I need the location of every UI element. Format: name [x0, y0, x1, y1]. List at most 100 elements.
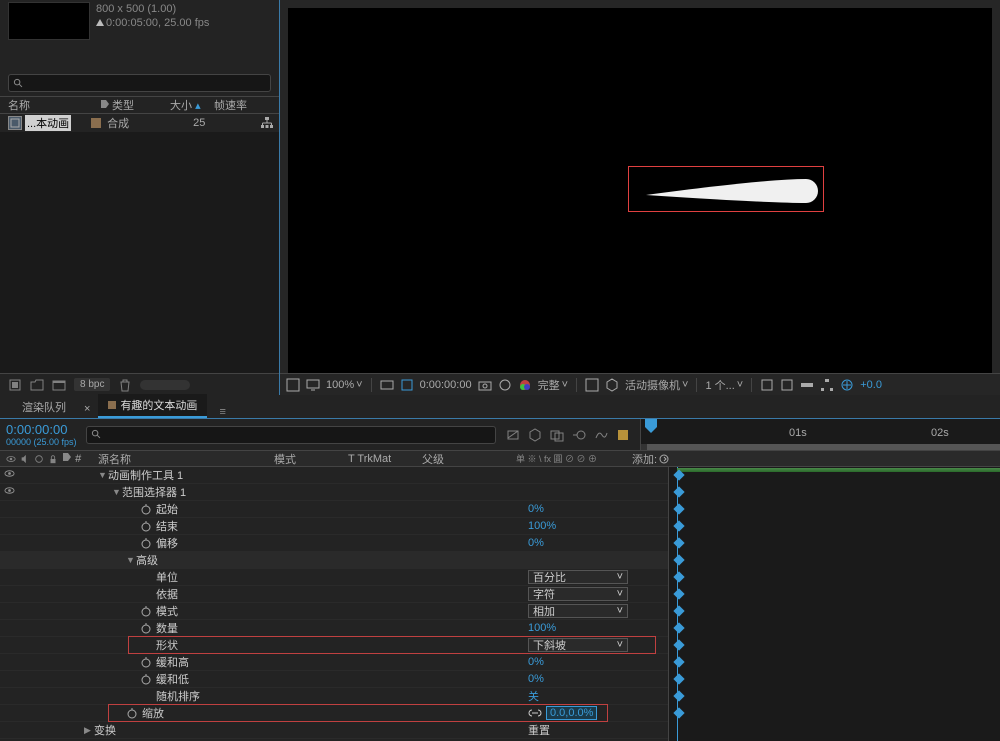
eye-col-icon[interactable]	[6, 454, 16, 464]
constrain-icon[interactable]	[528, 708, 542, 718]
keyframe-marker[interactable]	[673, 639, 684, 650]
eye-icon[interactable]	[4, 468, 15, 479]
layer-bar[interactable]	[677, 468, 1000, 472]
project-search-input[interactable]	[8, 74, 271, 92]
show-snapshot-icon[interactable]	[498, 378, 512, 392]
prop-end[interactable]: 结束 100%	[0, 518, 668, 535]
view-icon[interactable]	[585, 378, 599, 392]
keyframe-marker[interactable]	[673, 503, 684, 514]
brainstorm-icon[interactable]	[616, 428, 630, 442]
keyframe-marker[interactable]	[673, 588, 684, 599]
label-col-icon[interactable]	[62, 452, 72, 462]
mode-select[interactable]: 相加˅	[528, 604, 628, 618]
stopwatch-icon[interactable]	[140, 520, 152, 532]
stopwatch-icon[interactable]	[140, 622, 152, 634]
stopwatch-icon[interactable]	[140, 537, 152, 549]
eye-icon[interactable]	[4, 485, 15, 496]
timeline-icon[interactable]	[800, 378, 814, 392]
timecode-box[interactable]: 0:00:00:00 00000 (25.00 fps)	[0, 419, 86, 450]
prop-amount[interactable]: 数量 100%	[0, 620, 668, 637]
flowchart2-icon[interactable]	[820, 378, 834, 392]
time-ruler[interactable]: 01s 02s	[640, 419, 1000, 450]
3d-icon[interactable]	[605, 378, 619, 392]
shape-select[interactable]: 下斜坡˅	[528, 638, 628, 652]
stopwatch-icon[interactable]	[140, 673, 152, 685]
lock-col-icon[interactable]	[48, 454, 58, 464]
prop-random[interactable]: 随机排序 关	[0, 688, 668, 705]
color-icon[interactable]	[518, 378, 532, 392]
keyframe-marker[interactable]	[673, 707, 684, 718]
timeline-tracks[interactable]	[668, 467, 1000, 741]
fast-preview-icon[interactable]	[780, 378, 794, 392]
quality-select[interactable]: 完整 ˅	[538, 377, 568, 393]
project-footer: 8 bpc	[0, 373, 279, 395]
roi-icon[interactable]	[400, 378, 414, 392]
prop-unit[interactable]: 单位 百分比˅	[0, 569, 668, 586]
keyframe-marker[interactable]	[673, 571, 684, 582]
keyframe-marker[interactable]	[673, 656, 684, 667]
folder-icon[interactable]	[30, 378, 44, 392]
prop-based[interactable]: 依据 字符˅	[0, 586, 668, 603]
stopwatch-icon[interactable]	[126, 707, 138, 719]
timeline-search-input[interactable]	[86, 426, 496, 444]
frame-blend-icon[interactable]	[550, 428, 564, 442]
tab-menu-icon[interactable]: ≡	[219, 406, 225, 418]
stopwatch-icon[interactable]	[140, 605, 152, 617]
interpret-icon[interactable]	[8, 378, 22, 392]
bpc-indicator[interactable]: 8 bpc	[74, 378, 110, 391]
unit-select[interactable]: 百分比˅	[528, 570, 628, 584]
based-select[interactable]: 字符˅	[528, 587, 628, 601]
zoom-select[interactable]: 100% ˅	[326, 379, 363, 391]
camera-select[interactable]: 活动摄像机 ˅	[625, 377, 688, 393]
prop-easehi[interactable]: 缓和高 0%	[0, 654, 668, 671]
comp-thumbnail[interactable]	[8, 2, 90, 40]
project-item[interactable]: ...本动画 合成 25	[0, 114, 279, 132]
grid-icon[interactable]	[286, 378, 300, 392]
exposure-value[interactable]: +0.0	[860, 379, 882, 391]
label-color[interactable]	[91, 118, 101, 128]
prop-transform[interactable]: ▶变换 重置	[0, 722, 668, 739]
stopwatch-icon[interactable]	[140, 503, 152, 515]
graph-editor-icon[interactable]	[594, 428, 608, 442]
prop-offset[interactable]: 偏移 0%	[0, 535, 668, 552]
solo-col-icon[interactable]	[34, 454, 44, 464]
prop-mode[interactable]: 模式 相加˅	[0, 603, 668, 620]
tab-composition[interactable]: 有趣的文本动画	[98, 394, 207, 418]
keyframe-marker[interactable]	[673, 622, 684, 633]
keyframe-marker[interactable]	[673, 690, 684, 701]
add-animator[interactable]: 添加:	[632, 451, 669, 467]
composition-viewer[interactable]	[288, 8, 992, 373]
prop-shape[interactable]: 形状 下斜坡˅	[0, 637, 668, 654]
keyframe-marker[interactable]	[673, 673, 684, 684]
motion-blur-icon[interactable]	[572, 428, 586, 442]
monitor-icon[interactable]	[306, 378, 320, 392]
draft3d-icon[interactable]	[528, 428, 542, 442]
pixel-aspect-icon[interactable]	[760, 378, 774, 392]
prop-start[interactable]: 起始 0%	[0, 501, 668, 518]
prop-range-selector[interactable]: ▼范围选择器 1	[0, 484, 668, 501]
keyframe-marker[interactable]	[673, 537, 684, 548]
snapshot-icon[interactable]	[478, 378, 492, 392]
keyframe-marker[interactable]	[673, 520, 684, 531]
new-comp-icon[interactable]	[52, 378, 66, 392]
prop-advanced[interactable]: ▼高级	[0, 552, 668, 569]
keyframe-marker[interactable]	[673, 486, 684, 497]
flowchart-icon[interactable]	[261, 117, 273, 129]
trash-icon[interactable]	[118, 378, 132, 392]
comp-icon	[8, 116, 22, 130]
timecode-display[interactable]: 0:00:00:00	[420, 379, 472, 391]
prop-scale[interactable]: 缩放 0.0,0.0%	[0, 705, 668, 722]
audio-col-icon[interactable]	[20, 454, 30, 464]
tab-x[interactable]: ×	[80, 400, 94, 418]
tab-render-queue[interactable]: 渲染队列	[12, 396, 76, 418]
keyframe-marker[interactable]	[673, 605, 684, 616]
comp-mini-icon[interactable]	[506, 428, 520, 442]
stopwatch-icon[interactable]	[140, 656, 152, 668]
prop-animator[interactable]: ▼动画制作工具 1	[0, 467, 668, 484]
resolution-icon[interactable]	[380, 378, 394, 392]
playhead-handle[interactable]	[643, 419, 659, 433]
exposure-reset-icon[interactable]	[840, 378, 854, 392]
prop-easelo[interactable]: 缓和低 0%	[0, 671, 668, 688]
views-select[interactable]: 1 个... ˅	[705, 377, 743, 393]
keyframe-marker[interactable]	[673, 554, 684, 565]
